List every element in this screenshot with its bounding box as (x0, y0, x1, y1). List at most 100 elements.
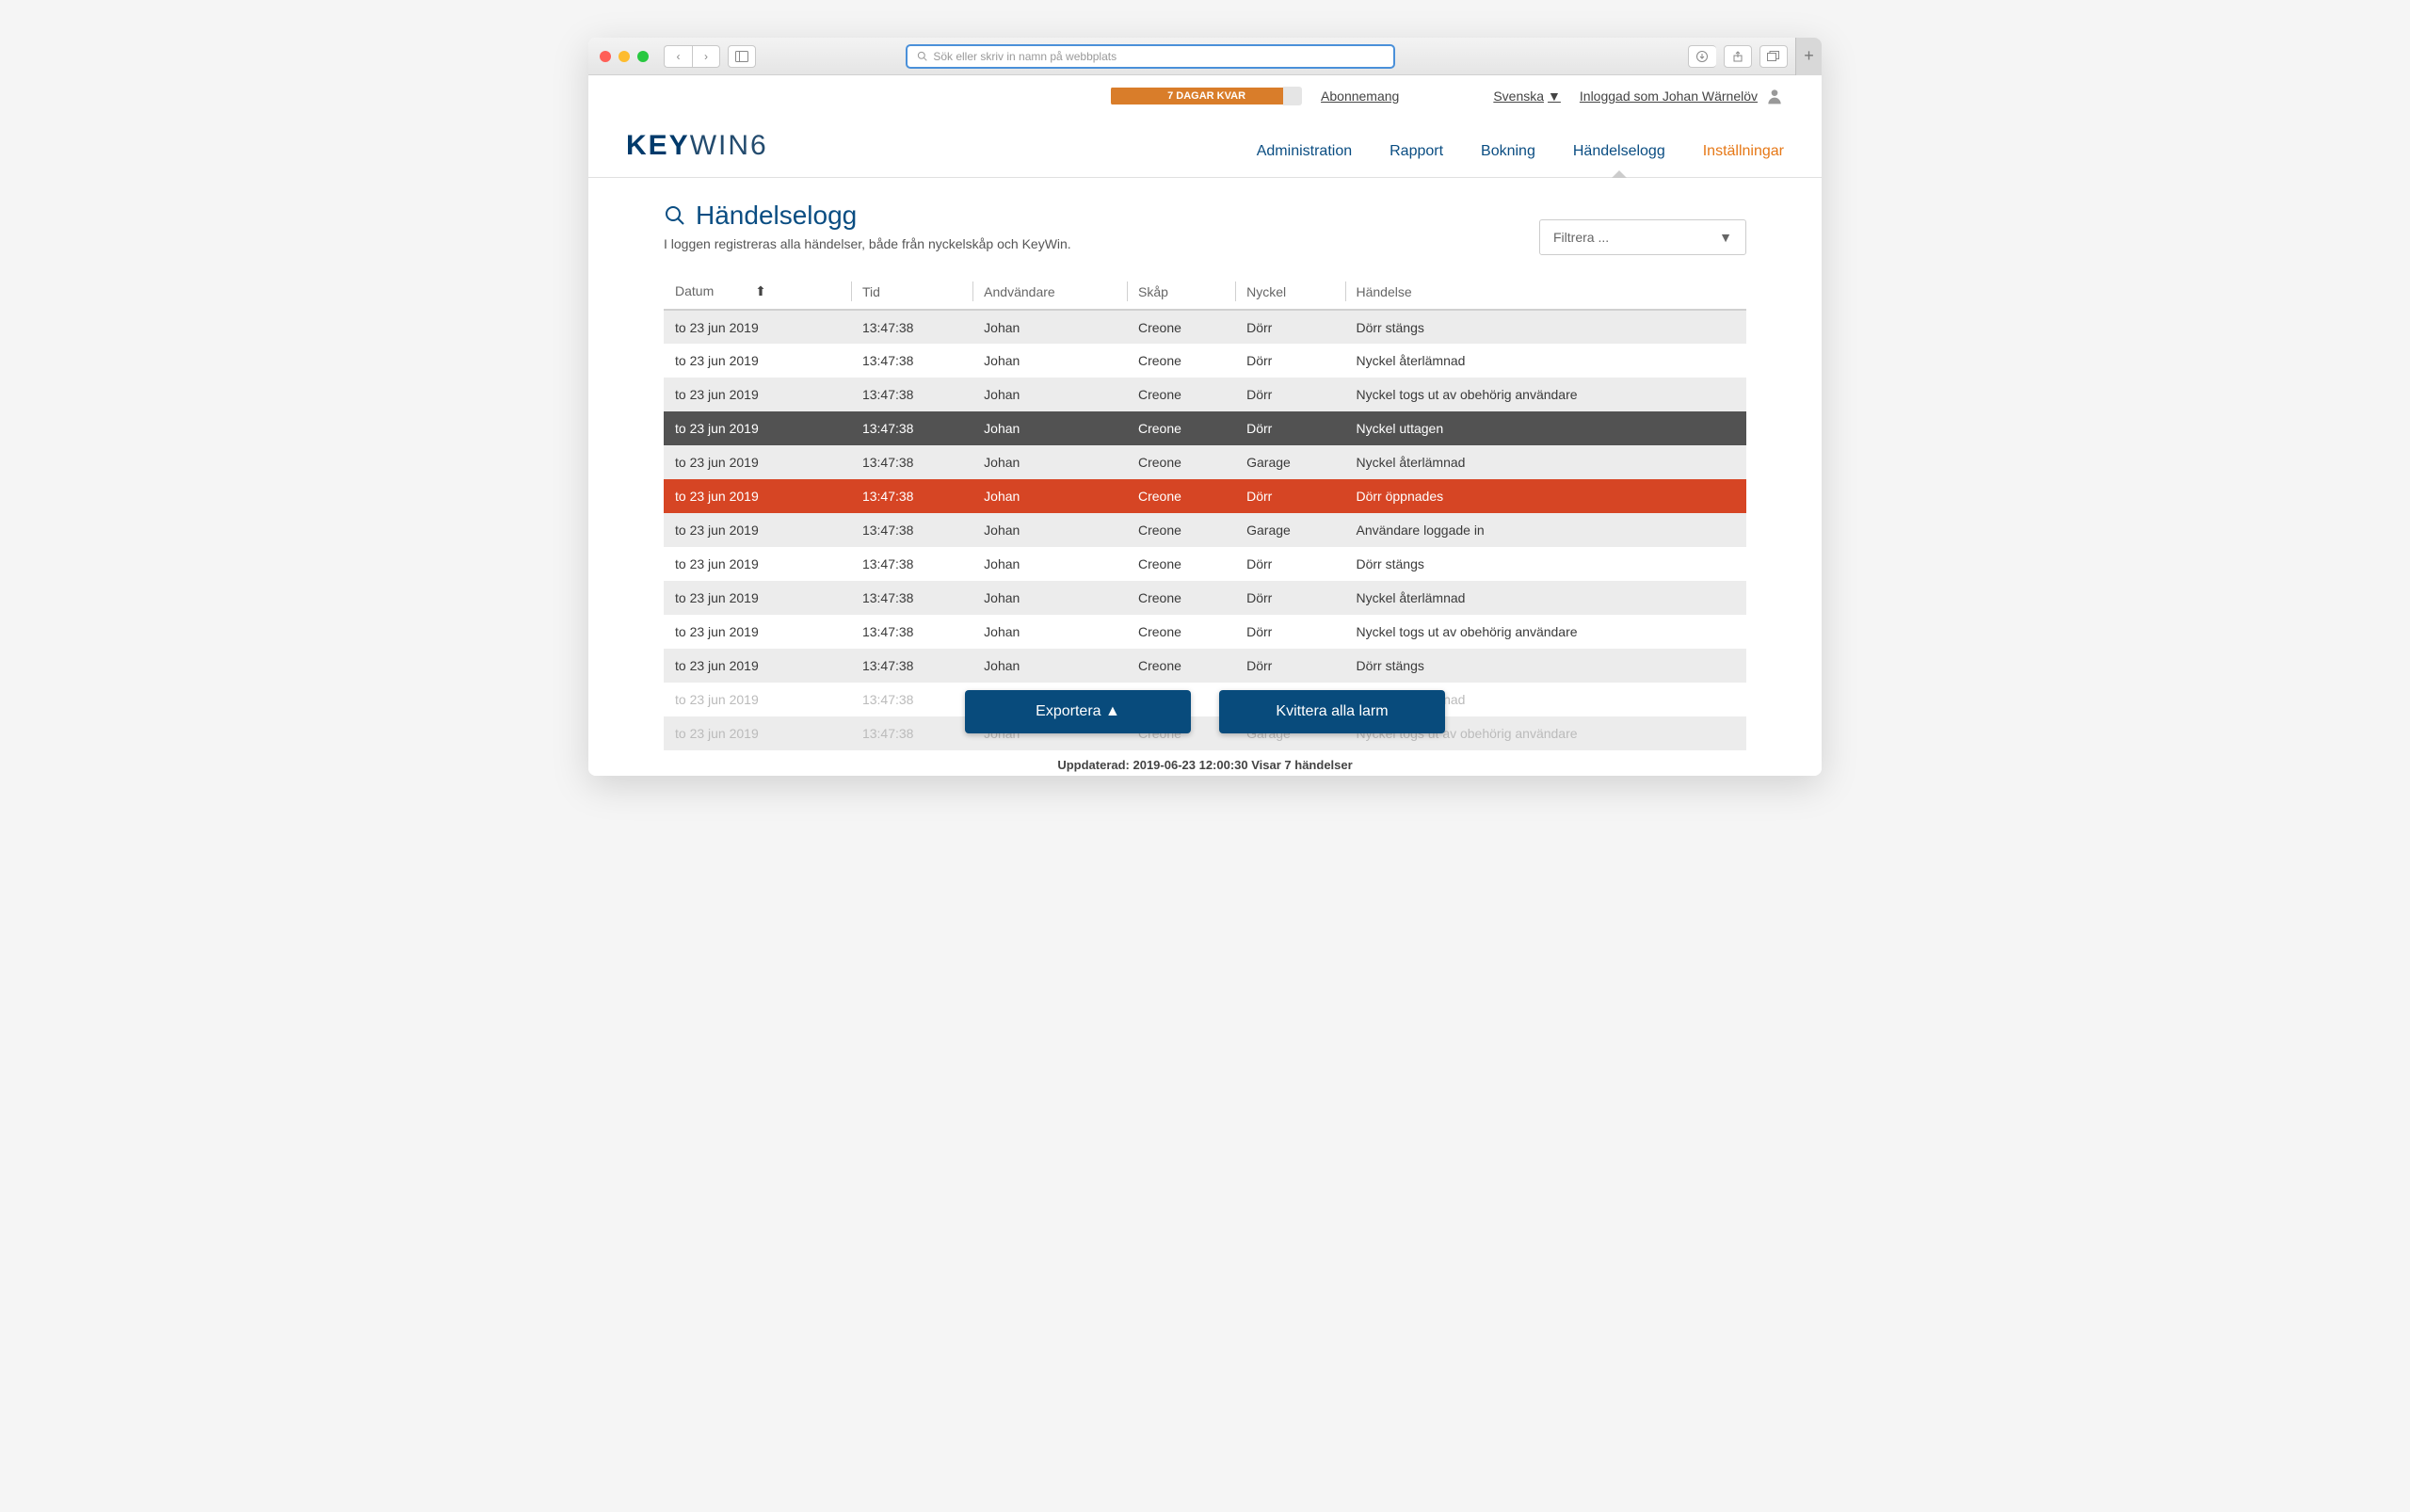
forward-button[interactable]: › (692, 45, 720, 68)
cell-time: 13:47:38 (851, 310, 972, 344)
table-row[interactable]: to 23 jun 201913:47:38JohanCreoneGarageA… (664, 513, 1746, 547)
cell-date: to 23 jun 2019 (664, 445, 851, 479)
table-row[interactable]: to 23 jun 201913:47:38JohanCreoneDörrNyc… (664, 344, 1746, 378)
share-button[interactable] (1724, 45, 1752, 68)
trial-indicator: 7 DAGAR KVAR (1111, 87, 1302, 105)
event-log-table: Datum ⬆ Tid Andvändare Skåp Nyckel Hände… (664, 274, 1746, 750)
table-row[interactable]: to 23 jun 201913:47:38JohanCreoneDörrNyc… (664, 411, 1746, 445)
col-user[interactable]: Andvändare (972, 274, 1127, 310)
cell-event: Nyckel togs ut av obehörig användare (1345, 615, 1747, 649)
filter-dropdown[interactable]: Filtrera ... ▼ (1539, 219, 1746, 255)
cell-event: Dörr stängs (1345, 310, 1747, 344)
language-selector[interactable]: Svenska ▼ (1493, 88, 1561, 104)
nav-rapport[interactable]: Rapport (1390, 143, 1443, 177)
cell-event: Användare loggade in (1345, 513, 1747, 547)
cell-cabinet: Creone (1127, 615, 1235, 649)
col-date[interactable]: Datum ⬆ (664, 274, 851, 310)
cell-user: Johan (972, 344, 1127, 378)
cell-key: Dörr (1235, 615, 1344, 649)
export-button[interactable]: Exportera ▲ (965, 690, 1191, 733)
cell-user: Johan (972, 445, 1127, 479)
nav-administration[interactable]: Administration (1257, 143, 1352, 177)
table-row[interactable]: to 23 jun 201913:47:38JohanCreoneDörrNyc… (664, 615, 1746, 649)
page-content: 7 DAGAR KVAR Abonnemang Svenska ▼ Inlogg… (588, 75, 1822, 776)
main-nav: Administration Rapport Bokning Händelsel… (1257, 143, 1784, 177)
magnifier-icon (664, 204, 686, 227)
col-date-label: Datum (675, 283, 714, 298)
table-row[interactable]: to 23 jun 201913:47:38JohanCreoneDörrDör… (664, 310, 1746, 344)
cell-time: 13:47:38 (851, 547, 972, 581)
page-subheading: I loggen registreras alla händelser, båd… (664, 236, 1071, 251)
chevron-down-icon: ▼ (1719, 230, 1732, 245)
maximize-window-icon[interactable] (637, 51, 649, 62)
new-tab-button[interactable]: + (1795, 38, 1822, 75)
table-wrap: Datum ⬆ Tid Andvändare Skåp Nyckel Hände… (588, 274, 1822, 750)
url-placeholder: Sök eller skriv in namn på webbplats (933, 50, 1117, 63)
nav-handelselogg[interactable]: Händelselogg (1573, 143, 1665, 177)
table-row[interactable]: to 23 jun 201913:47:38JohanCreoneDörrNyc… (664, 581, 1746, 615)
cell-cabinet: Creone (1127, 547, 1235, 581)
logo-part-key: KEY (626, 130, 690, 161)
cell-cabinet: Creone (1127, 411, 1235, 445)
cell-cabinet: Creone (1127, 649, 1235, 683)
cell-key: Dörr (1235, 581, 1344, 615)
cell-time: 13:47:38 (851, 513, 972, 547)
minimize-window-icon[interactable] (619, 51, 630, 62)
url-bar[interactable]: Sök eller skriv in namn på webbplats (906, 44, 1395, 69)
sidebar-toggle-button[interactable] (728, 45, 756, 68)
logo-part-win6: WIN6 (690, 130, 768, 161)
title-area: Händelselogg I loggen registreras alla h… (588, 178, 1822, 274)
cell-key: Dörr (1235, 344, 1344, 378)
cell-cabinet: Creone (1127, 513, 1235, 547)
cell-time: 13:47:38 (851, 649, 972, 683)
cell-event: Nyckel togs ut av obehörig användare (1345, 378, 1747, 411)
cell-user: Johan (972, 615, 1127, 649)
table-row[interactable]: to 23 jun 201913:47:38JohanCreoneDörrNyc… (664, 378, 1746, 411)
col-cabinet[interactable]: Skåp (1127, 274, 1235, 310)
downloads-button[interactable] (1688, 45, 1716, 68)
cell-event: Dörr stängs (1345, 547, 1747, 581)
cell-cabinet: Creone (1127, 479, 1235, 513)
chevron-down-icon: ▼ (1548, 88, 1561, 104)
cell-user: Johan (972, 411, 1127, 445)
col-event[interactable]: Händelse (1345, 274, 1747, 310)
cell-time: 13:47:38 (851, 344, 972, 378)
sidebar-icon (735, 51, 748, 62)
sort-arrow-up-icon: ⬆ (755, 283, 766, 298)
table-row[interactable]: to 23 jun 201913:47:38JohanCreoneGarageN… (664, 445, 1746, 479)
cell-event: Nyckel återlämnad (1345, 445, 1747, 479)
table-row[interactable]: to 23 jun 201913:47:38JohanCreoneGarageN… (664, 716, 1746, 750)
cell-user: Johan (972, 310, 1127, 344)
cell-time: 13:47:38 (851, 615, 972, 649)
col-time[interactable]: Tid (851, 274, 972, 310)
cell-event: Dörr stängs (1345, 649, 1747, 683)
cell-user: Johan (972, 547, 1127, 581)
nav-back-forward: ‹ › (664, 45, 720, 68)
nav-installningar[interactable]: Inställningar (1703, 143, 1784, 177)
col-key[interactable]: Nyckel (1235, 274, 1344, 310)
cell-user: Johan (972, 378, 1127, 411)
table-row[interactable]: to 23 jun 201913:47:38JohanCreoneDörrNyc… (664, 683, 1746, 716)
cell-event: Nyckel uttagen (1345, 411, 1747, 445)
title-left: Händelselogg I loggen registreras alla h… (664, 201, 1071, 251)
table-row[interactable]: to 23 jun 201913:47:38JohanCreoneDörrDör… (664, 547, 1746, 581)
cell-cabinet: Creone (1127, 581, 1235, 615)
language-label: Svenska (1493, 88, 1544, 104)
table-row[interactable]: to 23 jun 201913:47:38JohanCreoneDörrDör… (664, 649, 1746, 683)
nav-bokning[interactable]: Bokning (1481, 143, 1535, 177)
download-icon (1696, 51, 1708, 62)
cell-key: Garage (1235, 445, 1344, 479)
browser-chrome: ‹ › Sök eller skriv in namn på webbplats… (588, 38, 1822, 75)
close-window-icon[interactable] (600, 51, 611, 62)
user-icon (1765, 87, 1784, 105)
subscription-link[interactable]: Abonnemang (1321, 88, 1399, 104)
cell-key: Dörr (1235, 547, 1344, 581)
user-info[interactable]: Inloggad som Johan Wärnelöv (1580, 87, 1784, 105)
table-row[interactable]: to 23 jun 201913:47:38JohanCreoneDörrDör… (664, 479, 1746, 513)
trial-days-label: 7 DAGAR KVAR (1111, 88, 1283, 105)
cell-user: Johan (972, 649, 1127, 683)
cell-date: to 23 jun 2019 (664, 310, 851, 344)
tabs-button[interactable] (1759, 45, 1788, 68)
acknowledge-all-alarms-button[interactable]: Kvittera alla larm (1219, 690, 1445, 733)
back-button[interactable]: ‹ (664, 45, 692, 68)
